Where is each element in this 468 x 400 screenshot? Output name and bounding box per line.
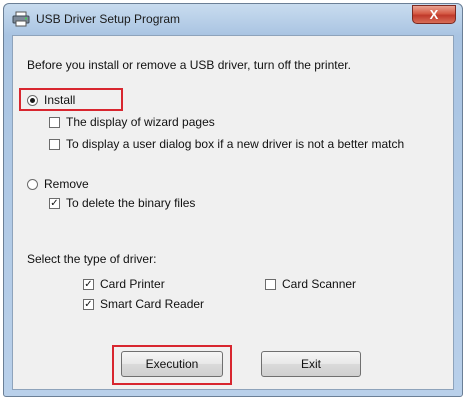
checkbox-icon xyxy=(265,278,276,290)
checkbox-icon xyxy=(49,138,60,150)
execution-button[interactable]: Execution xyxy=(121,351,223,377)
checkmark-icon: ✓ xyxy=(49,197,60,209)
remove-label: Remove xyxy=(44,177,89,191)
remove-radio[interactable]: Remove xyxy=(27,176,89,192)
driver-type-heading: Select the type of driver: xyxy=(27,252,157,266)
install-radio[interactable]: Install xyxy=(27,92,75,108)
user-dialog-checkbox[interactable]: To display a user dialog box if a new dr… xyxy=(49,136,404,152)
smart-card-reader-label: Smart Card Reader xyxy=(100,297,205,311)
checkbox-icon xyxy=(49,116,60,128)
card-scanner-checkbox[interactable]: Card Scanner xyxy=(265,276,356,292)
user-dialog-label: To display a user dialog box if a new dr… xyxy=(66,137,405,151)
radio-unselected-icon xyxy=(27,178,38,190)
intro-text: Before you install or remove a USB drive… xyxy=(27,58,351,72)
card-scanner-label: Card Scanner xyxy=(282,277,357,291)
title-bar: USB Driver Setup Program X xyxy=(4,4,462,34)
wizard-pages-label: The display of wizard pages xyxy=(66,115,215,129)
close-button[interactable]: X xyxy=(412,5,456,24)
radio-selected-icon xyxy=(27,94,38,106)
printer-icon xyxy=(12,11,30,27)
dialog-body: Before you install or remove a USB drive… xyxy=(12,35,454,390)
exit-button[interactable]: Exit xyxy=(261,351,361,377)
window-title: USB Driver Setup Program xyxy=(36,12,181,26)
delete-binary-checkbox[interactable]: ✓ To delete the binary files xyxy=(49,195,195,211)
install-label: Install xyxy=(44,93,76,107)
checkmark-icon: ✓ xyxy=(83,278,94,290)
card-printer-checkbox[interactable]: ✓ Card Printer xyxy=(83,276,165,292)
card-printer-label: Card Printer xyxy=(100,277,165,291)
delete-binary-label: To delete the binary files xyxy=(66,196,196,210)
checkmark-icon: ✓ xyxy=(83,298,94,310)
smart-card-reader-checkbox[interactable]: ✓ Smart Card Reader xyxy=(83,296,204,312)
wizard-pages-checkbox[interactable]: The display of wizard pages xyxy=(49,114,215,130)
setup-window: USB Driver Setup Program X Before you in… xyxy=(3,3,463,397)
